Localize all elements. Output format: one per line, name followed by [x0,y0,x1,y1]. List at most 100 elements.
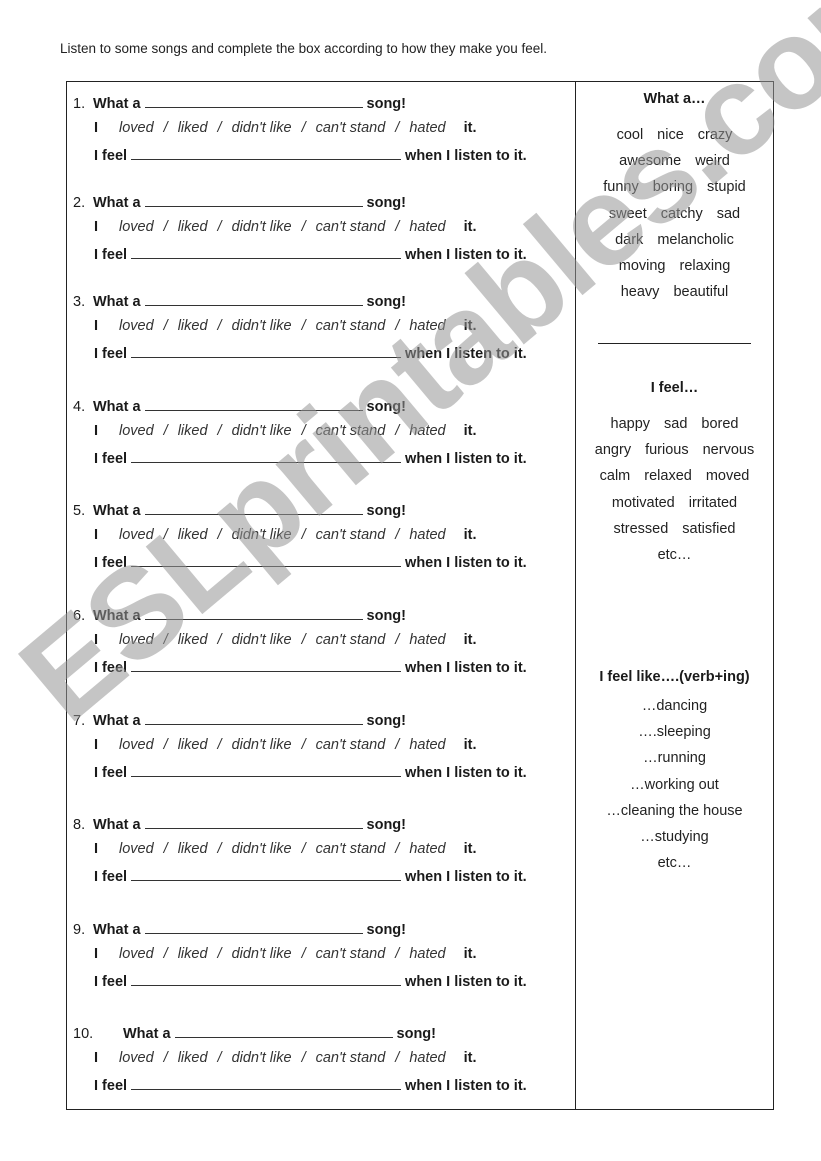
song-adjective-blank[interactable] [144,920,363,934]
option-2[interactable]: didn't like [232,120,292,136]
option-0[interactable]: loved [119,841,154,857]
song-adjective-blank[interactable] [144,397,363,411]
i-feel-label: I feel [94,346,128,362]
song-adjective-blank[interactable] [174,1024,393,1038]
option-3[interactable]: can't stand [316,946,386,962]
adjective-word: nice [657,127,684,143]
option-4[interactable]: hated [409,527,445,543]
opinion-line: Iloved / liked / didn't like / can't stand / hat… [94,1050,477,1066]
song-adjective-blank[interactable] [144,193,363,207]
separator: / [217,219,222,235]
option-1[interactable]: liked [178,1050,208,1066]
option-3[interactable]: can't stand [316,527,386,543]
option-2[interactable]: didn't like [232,632,292,648]
option-0[interactable]: loved [119,423,154,439]
separator: / [163,632,168,648]
what-a-label: What a [93,399,141,415]
option-4[interactable]: hated [409,946,445,962]
option-3[interactable]: can't stand [316,219,386,235]
feeling-word: furious [645,442,689,459]
song-label: song! [366,399,406,415]
option-1[interactable]: liked [178,632,208,648]
option-0[interactable]: loved [119,946,154,962]
feeling-blank[interactable] [131,658,402,672]
song-adjective-blank[interactable] [144,711,363,725]
opinion-line: Iloved / liked / didn't like / can't stand / hat… [94,318,477,334]
feeling-blank[interactable] [131,972,402,986]
feeling-blank[interactable] [131,867,402,881]
option-3[interactable]: can't stand [316,841,386,857]
option-2[interactable]: didn't like [232,318,292,334]
option-1[interactable]: liked [178,120,208,136]
feeling-blank[interactable] [131,344,402,358]
separator: / [301,423,306,439]
separator: / [395,1050,400,1066]
option-4[interactable]: hated [409,318,445,334]
option-2[interactable]: didn't like [232,737,292,753]
option-3[interactable]: can't stand [316,737,386,753]
option-2[interactable]: didn't like [232,219,292,235]
song-adjective-blank[interactable] [144,292,363,306]
option-3[interactable]: can't stand [316,632,386,648]
option-1[interactable]: liked [178,318,208,334]
feeling-line: I feel when I listen to it. [94,245,527,263]
option-1[interactable]: liked [178,841,208,857]
option-0[interactable]: loved [119,219,154,235]
pronoun: I [94,423,99,439]
feeling-blank[interactable] [131,449,402,463]
option-4[interactable]: hated [409,120,445,136]
option-2[interactable]: didn't like [232,527,292,543]
feeling-line: I feel when I listen to it. [94,763,527,781]
option-4[interactable]: hated [409,1050,445,1066]
option-1[interactable]: liked [178,527,208,543]
song-adjective-blank[interactable] [144,606,363,620]
adjective-word: cool [616,127,644,143]
adjective-row: heavy beautiful [576,279,773,305]
feeling-line: I feel when I listen to it. [94,449,527,467]
feeling-blank[interactable] [131,1076,402,1090]
separator: / [395,527,400,543]
option-0[interactable]: loved [119,737,154,753]
feeling-blank[interactable] [131,763,402,777]
song-adjective-blank[interactable] [144,94,363,108]
option-1[interactable]: liked [178,737,208,753]
option-0[interactable]: loved [119,527,154,543]
song-adjective-blank[interactable] [144,815,363,829]
item-number: 6. [73,608,86,624]
option-3[interactable]: can't stand [316,318,386,334]
option-2[interactable]: didn't like [232,1050,292,1066]
option-3[interactable]: can't stand [316,1050,386,1066]
option-4[interactable]: hated [409,423,445,439]
item-number: 8. [73,817,86,833]
feeling-word: angry [594,442,632,459]
option-2[interactable]: didn't like [232,841,292,857]
option-4[interactable]: hated [409,632,445,648]
feeling-blank[interactable] [131,146,402,160]
option-0[interactable]: loved [119,1050,154,1066]
option-0[interactable]: loved [119,318,154,334]
option-3[interactable]: can't stand [316,423,386,439]
i-feel-label: I feel [94,451,128,467]
option-0[interactable]: loved [119,632,154,648]
when-listen-label: when I listen to it. [405,451,527,467]
separator: / [301,527,306,543]
option-4[interactable]: hated [409,219,445,235]
option-1[interactable]: liked [178,946,208,962]
what-a-label: What a [93,608,141,624]
option-2[interactable]: didn't like [232,946,292,962]
option-1[interactable]: liked [178,423,208,439]
feeling-blank[interactable] [131,553,402,567]
feeling-blank[interactable] [131,245,402,259]
adjective-word: sad [716,205,741,222]
it-label: it. [463,1050,477,1066]
option-4[interactable]: hated [409,841,445,857]
song-adjective-blank[interactable] [144,501,363,515]
option-0[interactable]: loved [119,120,154,136]
option-4[interactable]: hated [409,737,445,753]
option-1[interactable]: liked [178,219,208,235]
feeling-word: satisfied [682,520,736,537]
option-2[interactable]: didn't like [232,423,292,439]
it-label: it. [463,318,477,334]
option-3[interactable]: can't stand [316,120,386,136]
adjective-word: stupid [707,179,746,196]
